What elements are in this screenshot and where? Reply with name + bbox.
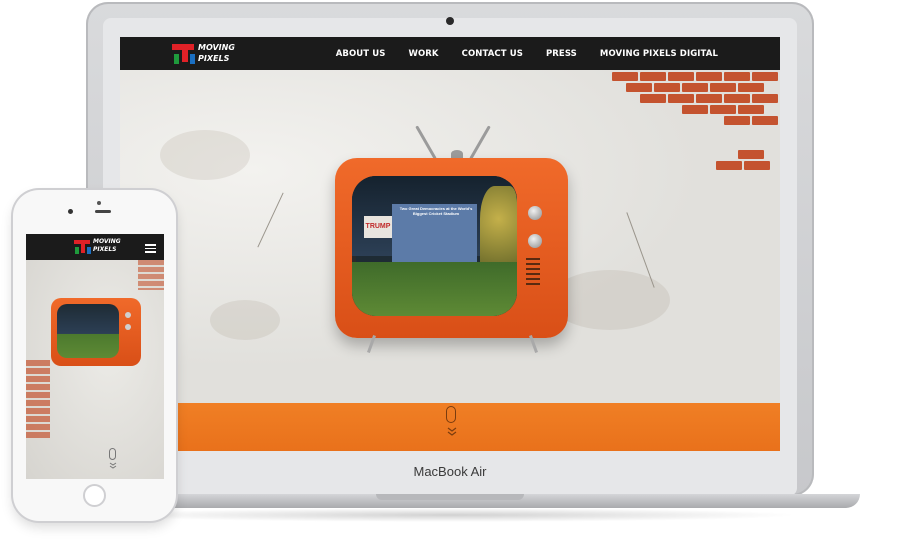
brick: [696, 72, 722, 81]
brick: [710, 83, 736, 92]
site-logo[interactable]: MOVING PIXELS: [172, 42, 242, 66]
tv-knob-top: [528, 206, 542, 220]
laptop-brand-label: MacBook Air: [413, 464, 487, 479]
site-header: MOVING PIXELS ABOUT US WORK CONTACT US P…: [120, 37, 780, 70]
mouse-icon[interactable]: [446, 406, 456, 423]
hero-tv: Two Great Democracies at the World's Big…: [335, 158, 568, 338]
tv-antenna-base: [451, 150, 463, 158]
tv-billboard: Two Great Democracies at the World's Big…: [392, 204, 477, 262]
mobile-tv-knob: [125, 312, 131, 318]
laptop-shadow: [100, 508, 800, 522]
brick: [738, 150, 764, 159]
laptop-notch: [376, 494, 524, 500]
phone-speaker: [95, 210, 111, 213]
tv-tree: [480, 186, 517, 268]
brick: [744, 161, 770, 170]
brick: [710, 105, 736, 114]
wall-stain: [210, 300, 280, 340]
mobile-hero-wall: [26, 260, 164, 479]
phone-frame: MOVING PIXELS: [13, 190, 176, 521]
nav-work[interactable]: WORK: [408, 49, 438, 59]
wall-stain: [160, 130, 250, 180]
mobile-tv: [51, 298, 141, 366]
phone-screen: MOVING PIXELS: [26, 234, 164, 479]
wall-stain: [550, 270, 670, 330]
mobile-tv-knob: [125, 324, 131, 330]
mobile-bricks: [138, 260, 164, 290]
mobile-logo[interactable]: MOVING PIXELS: [74, 238, 134, 256]
wall-crack: [257, 192, 284, 248]
brick: [738, 105, 764, 114]
tv-speaker-vent: [526, 268, 540, 270]
tv-speaker-vent: [526, 283, 540, 285]
nav-moving-pixels-digital[interactable]: MOVING PIXELS DIGITAL: [600, 49, 718, 59]
brick: [724, 94, 750, 103]
laptop-screen: MOVING PIXELS ABOUT US WORK CONTACT US P…: [120, 37, 780, 451]
tv-speaker-vent: [526, 263, 540, 265]
logo-mark-blue: [190, 54, 195, 64]
exposed-bricks: [606, 70, 780, 170]
tv-screen: Two Great Democracies at the World's Big…: [352, 176, 517, 316]
brick: [724, 72, 750, 81]
brick: [716, 161, 742, 170]
brick: [682, 83, 708, 92]
brick: [696, 94, 722, 103]
logo-mark-stem: [81, 240, 85, 253]
brick: [626, 83, 652, 92]
tv-knob-bottom: [528, 234, 542, 248]
mobile-bricks: [26, 360, 50, 440]
menu-bar: [145, 251, 156, 253]
brick: [752, 72, 778, 81]
nav-contact-us[interactable]: CONTACT US: [462, 49, 523, 59]
chevron-down-icon[interactable]: [109, 462, 117, 469]
logo-mark-green: [75, 247, 79, 254]
brick: [640, 72, 666, 81]
brick: [752, 94, 778, 103]
menu-icon[interactable]: [145, 244, 156, 253]
laptop-camera: [446, 17, 454, 25]
mouse-icon[interactable]: [109, 448, 116, 460]
tv-speaker-vent: [526, 273, 540, 275]
logo-mark-blue: [87, 247, 91, 254]
logo-mark-green: [174, 54, 179, 64]
brick: [738, 83, 764, 92]
tv-speaker-vent: [526, 258, 540, 260]
brick: [682, 105, 708, 114]
chevron-down-icon[interactable]: [447, 427, 457, 437]
brick: [668, 94, 694, 103]
menu-bar: [145, 247, 156, 249]
mobile-tv-screen: [57, 304, 119, 358]
brick: [668, 72, 694, 81]
tv-billboard-text: Two Great Democracies at the World's Big…: [399, 206, 473, 216]
logo-mark-stem: [182, 44, 188, 62]
main-nav: ABOUT US WORK CONTACT US PRESS MOVING PI…: [336, 37, 718, 70]
tv-speaker-vent: [526, 278, 540, 280]
tv-grass: [352, 262, 517, 316]
phone-sensor: [97, 201, 101, 205]
nav-about-us[interactable]: ABOUT US: [336, 49, 386, 59]
phone-camera: [68, 209, 73, 214]
tv-sign: TRUMP: [364, 216, 392, 238]
menu-bar: [145, 244, 156, 246]
mobile-header: MOVING PIXELS: [26, 234, 164, 260]
home-button[interactable]: [83, 484, 106, 507]
brick: [654, 83, 680, 92]
mobile-logo-text: MOVING PIXELS: [93, 238, 121, 253]
nav-press[interactable]: PRESS: [546, 49, 577, 59]
brick: [724, 116, 750, 125]
brick: [640, 94, 666, 103]
brick: [752, 116, 778, 125]
brick: [612, 72, 638, 81]
logo-text: MOVING PIXELS: [198, 43, 235, 63]
